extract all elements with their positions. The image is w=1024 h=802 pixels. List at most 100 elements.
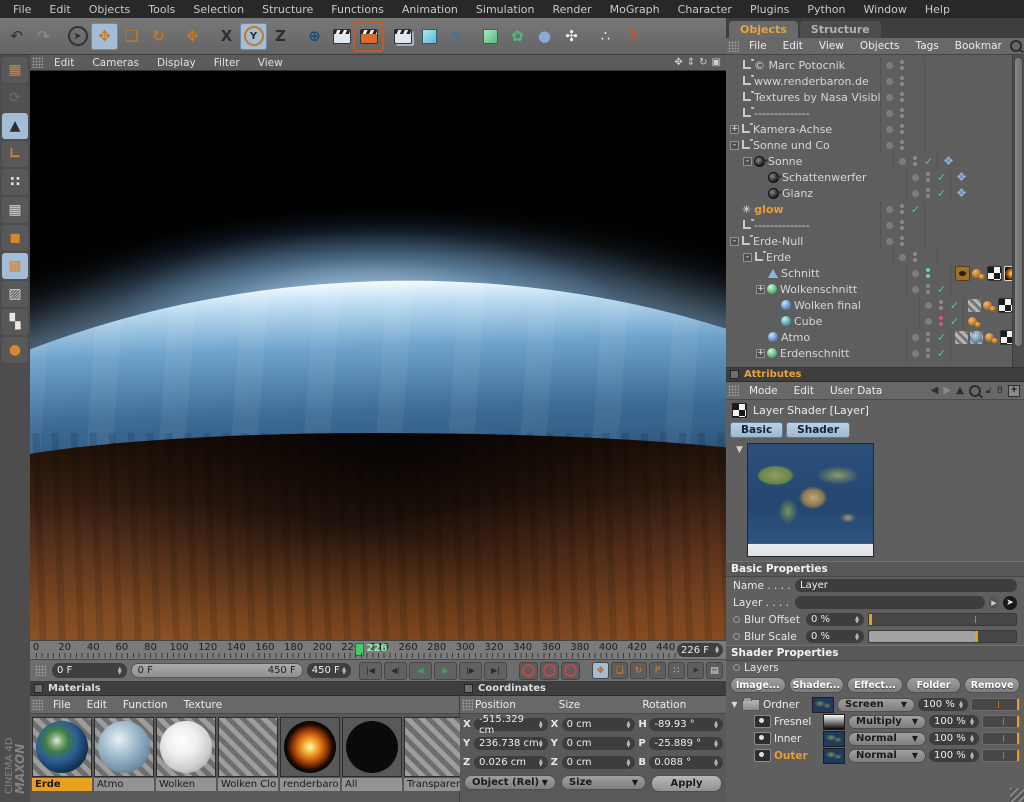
editor-visibility-dot[interactable] (939, 316, 943, 320)
visibility-cell[interactable] (923, 348, 933, 358)
material-renderbaro[interactable]: renderbaro (280, 717, 340, 791)
layer-opacity-field[interactable]: 100 %▲▼ (929, 732, 979, 745)
stepper-icon[interactable]: ▲▼ (959, 701, 963, 709)
visibility-cell[interactable] (897, 108, 907, 118)
tree-row-wolkenschnitt[interactable]: +Wolkenschnitt✓ (726, 281, 1012, 297)
expander-icon[interactable]: - (730, 237, 739, 246)
layer-dot-cell[interactable] (880, 73, 897, 89)
panel-grip-icon[interactable] (35, 665, 46, 676)
materials-menu-edit[interactable]: Edit (79, 699, 115, 711)
history-back-icon[interactable]: ◀ (931, 385, 939, 396)
render-settings-button[interactable] (355, 23, 382, 50)
tree-row-wolken-final[interactable]: Wolken final✓ (726, 297, 1012, 313)
expander-icon[interactable]: + (756, 285, 765, 294)
render-visibility-dot[interactable] (900, 114, 904, 118)
viewport-menu-cameras[interactable]: Cameras (83, 57, 148, 69)
shader-preview[interactable] (747, 443, 874, 557)
expander-icon[interactable]: - (743, 157, 752, 166)
render-menu-button[interactable] (389, 23, 416, 50)
layer-dot-cell[interactable] (893, 249, 910, 265)
stepper-icon[interactable]: ▲▼ (970, 718, 974, 726)
editor-visibility-dot[interactable] (900, 108, 904, 112)
tree-row-textures-by-nasa-visible-eart[interactable]: Textures by Nasa Visible Eart (726, 89, 1012, 105)
visibility-cell[interactable] (936, 316, 946, 326)
rotate-view-icon[interactable]: ↻ (699, 57, 707, 68)
range-end-field[interactable]: 450 F ▲▼ (307, 663, 351, 678)
stepper-icon[interactable]: ▲▼ (970, 735, 974, 743)
enable-check[interactable]: ✓ (933, 347, 950, 360)
prev-key-button[interactable]: ◀| (384, 662, 407, 680)
layer-dot-cell[interactable] (880, 233, 897, 249)
objects-menu-objects[interactable]: Objects (852, 40, 908, 52)
last-tool-move-button[interactable]: ✥ (179, 23, 206, 50)
object-axis-mode-button[interactable]: ∟ (2, 141, 28, 167)
layer-dot-cell[interactable] (906, 345, 923, 361)
axis-z-button[interactable]: Z (267, 23, 294, 50)
next-key-button[interactable]: |▶ (459, 662, 482, 680)
rotation-b-field[interactable]: 0.088 °▲▼ (649, 756, 723, 769)
blend-mode-dropdown[interactable]: Normal▼ (848, 749, 926, 763)
panel-box-icon[interactable] (34, 684, 43, 693)
balls-tag-icon[interactable] (985, 331, 998, 344)
editor-visibility-dot[interactable] (900, 220, 904, 224)
object-manager-scrollbar[interactable] (1012, 55, 1024, 368)
image-button[interactable]: Image... (730, 677, 786, 693)
layer-opacity-field[interactable]: 100 %▲▼ (929, 749, 979, 762)
shader-button[interactable]: Shader... (789, 677, 845, 693)
visibility-cell[interactable] (910, 156, 920, 166)
visibility-cell[interactable] (897, 236, 907, 246)
position-z-field[interactable]: 0.026 cm▲▼ (474, 756, 548, 769)
bluesphere-tag-icon[interactable] (970, 331, 983, 344)
visibility-cell[interactable] (897, 124, 907, 134)
shader-properties-header[interactable]: Shader Properties (726, 645, 1024, 661)
render-visibility-dot[interactable] (926, 194, 930, 198)
link-icon[interactable]: 8 (997, 385, 1003, 396)
move-button[interactable]: ✥ (91, 23, 118, 50)
layer-opacity-slider[interactable] (982, 749, 1020, 762)
editor-visibility-dot[interactable] (913, 156, 917, 160)
layer-dot-cell[interactable] (893, 153, 910, 169)
preview-expander-icon[interactable]: ▼ (736, 445, 743, 455)
tree-row-sonne-und-co[interactable]: -Sonne und Co (726, 137, 1012, 153)
menu-simulation[interactable]: Simulation (467, 3, 544, 16)
objects-menu-edit[interactable]: Edit (775, 40, 811, 52)
model-mode-button[interactable]: ▲ (2, 113, 28, 139)
viewport-menu-display[interactable]: Display (148, 57, 205, 69)
menu-render[interactable]: Render (544, 3, 601, 16)
stepper-icon[interactable]: ▲▼ (970, 752, 974, 760)
visibility-cell[interactable] (910, 252, 920, 262)
coordinate-mode-dropdown[interactable]: Object (Rel) ▼ (464, 775, 556, 790)
render-visibility-dot[interactable] (900, 130, 904, 134)
layer-thumbnail[interactable] (823, 731, 845, 747)
materials-menu-texture[interactable]: Texture (176, 699, 230, 711)
panel-box-icon[interactable] (730, 370, 739, 379)
balls-tag-icon[interactable] (968, 315, 981, 328)
target-tag-icon[interactable]: ❖ (955, 187, 968, 200)
shader-layer-outer[interactable]: OuterNormal▼100 %▲▼ (726, 747, 1024, 764)
materials-menu-file[interactable]: File (45, 699, 79, 711)
stepper-icon[interactable]: ▲▼ (626, 740, 630, 748)
shader-layer-inner[interactable]: InnerNormal▼100 %▲▼ (726, 730, 1024, 747)
layer-thumbnail[interactable] (812, 697, 834, 713)
size-z-field[interactable]: 0 cm▲▼ (562, 756, 636, 769)
menu-plugins[interactable]: Plugins (741, 3, 798, 16)
layer-opacity-slider[interactable] (982, 715, 1020, 728)
selection-filter-toggle[interactable]: ➤ (687, 662, 704, 679)
objects-menu-file[interactable]: File (741, 40, 775, 52)
rotation-p-field[interactable]: -25.889 °▲▼ (649, 737, 723, 750)
preview-range-slider[interactable]: 0 F 450 F (131, 663, 303, 678)
blend-mode-dropdown[interactable]: Multiply▼ (848, 715, 926, 729)
visibility-cell[interactable] (923, 268, 933, 278)
blend-mode-dropdown[interactable]: Screen▼ (837, 698, 915, 712)
render-visibility-dot[interactable] (913, 258, 917, 262)
tree-row-schnitt[interactable]: Schnitt (726, 265, 1012, 281)
slider-thumb[interactable] (869, 614, 872, 625)
enable-check[interactable]: ✓ (907, 203, 924, 216)
viewport-menu-edit[interactable]: Edit (45, 57, 83, 69)
layer-visible-icon[interactable] (754, 715, 771, 728)
toggle-view-icon[interactable]: ▣ (712, 57, 721, 68)
editor-visibility-dot[interactable] (926, 172, 930, 176)
menu-file[interactable]: File (4, 3, 40, 16)
visibility-cell[interactable] (936, 300, 946, 310)
stepper-icon[interactable]: ▲▼ (626, 721, 630, 729)
